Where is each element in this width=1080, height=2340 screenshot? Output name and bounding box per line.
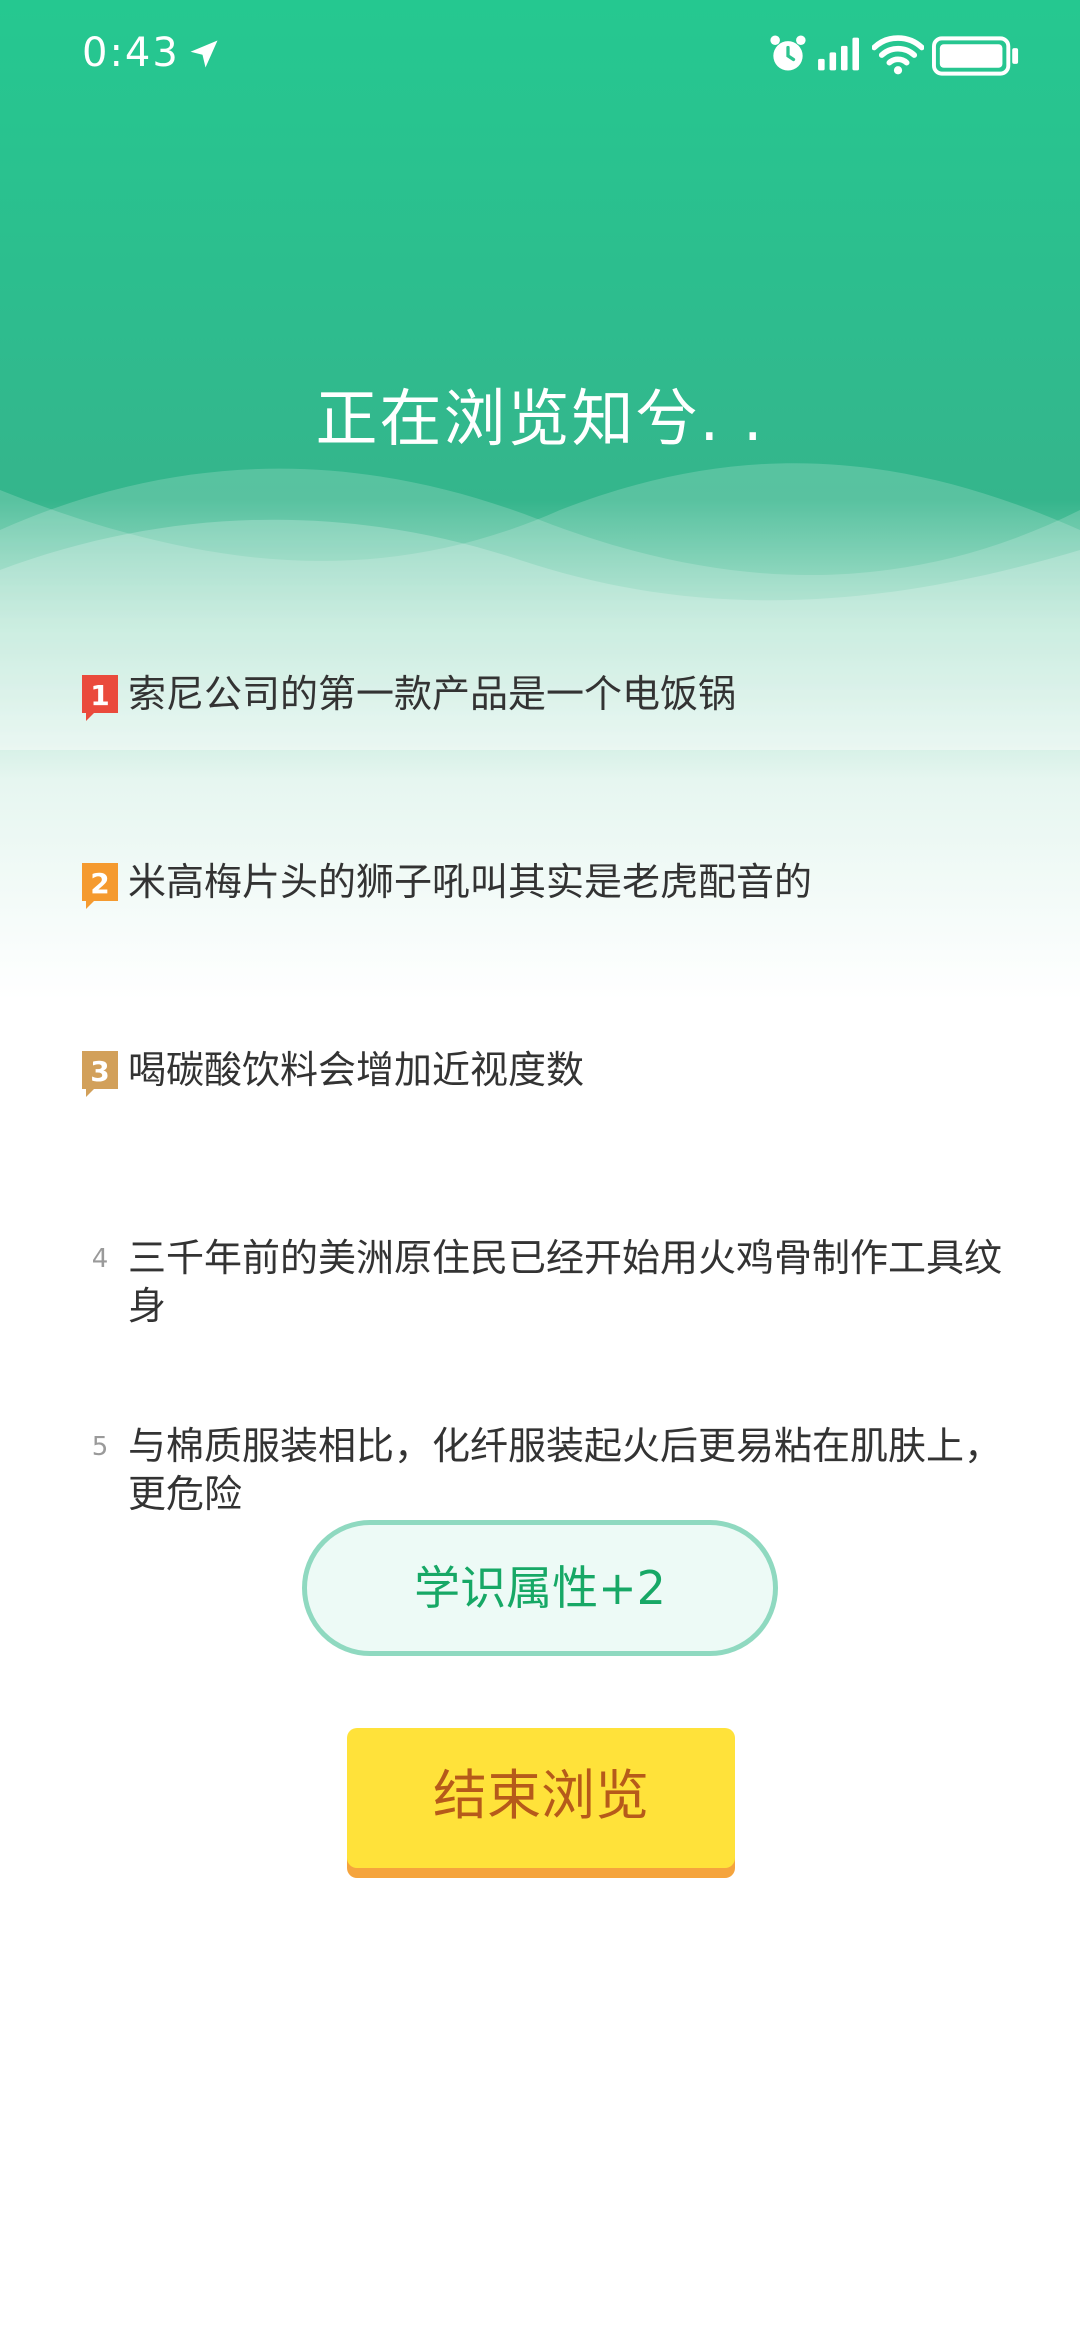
fact-text: 三千年前的美洲原住民已经开始用火鸡骨制作工具纹身 [128, 1236, 1003, 1328]
fact-text: 米高梅片头的狮子吼叫其实是老虎配音的 [128, 860, 813, 904]
rank-badge-icon: 3 [82, 1051, 118, 1097]
fact-text: 与棉质服装相比，化纤服装起火后更易粘在肌肤上，更危险 [128, 1424, 1003, 1516]
rank-badge-number: 1 [90, 679, 109, 712]
status-time: 0:43 [82, 30, 180, 76]
rank-badge-number: 3 [90, 1055, 109, 1088]
page-title: 正在浏览知兮. . [315, 382, 765, 455]
rank-badge-icon: 2 [82, 863, 118, 909]
rank-number: 5 [91, 1432, 109, 1462]
end-browsing-button[interactable]: 结束浏览 [347, 1728, 735, 1868]
screen: 0:43 正在浏览知兮. . 1 索尼公司的第一款产品是一个电饭锅 2 米高梅片… [0, 0, 1080, 2340]
rank-badge-number: 2 [90, 867, 109, 900]
rank-number: 4 [91, 1244, 109, 1274]
signal-icon [818, 37, 859, 71]
battery-icon [932, 36, 1019, 76]
reward-badge: 学识属性+2 [302, 1520, 778, 1656]
fact-text: 喝碳酸饮料会增加近视度数 [128, 1048, 585, 1092]
fact-text: 索尼公司的第一款产品是一个电饭锅 [128, 672, 737, 716]
alarm-icon [770, 35, 806, 71]
status-bar: 0:43 [0, 0, 1080, 110]
location-arrow-icon [190, 40, 218, 68]
rank-badge-icon: 1 [82, 675, 118, 721]
wifi-icon [872, 35, 924, 75]
